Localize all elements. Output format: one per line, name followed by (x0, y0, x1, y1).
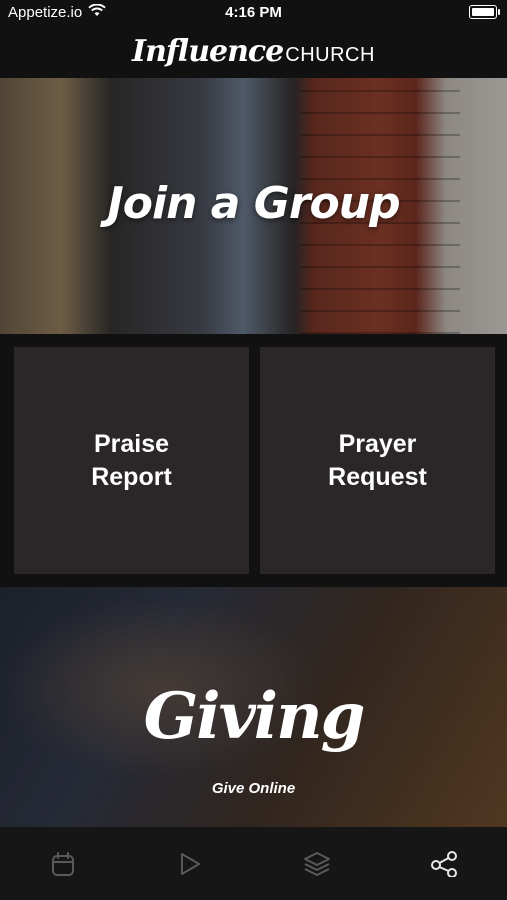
status-bar: Appetize.io 4:16 PM (0, 0, 507, 24)
praise-label-line1: Praise (93, 429, 170, 458)
battery-icon (469, 5, 500, 19)
praise-report-label: Praise Report (91, 428, 172, 494)
praise-label-line2: Report (91, 462, 172, 491)
prayer-request-label: Prayer Request (328, 428, 427, 494)
status-time: 4:16 PM (225, 4, 282, 21)
giving-tile[interactable]: Giving Give Online (0, 587, 507, 827)
tab-media[interactable] (160, 847, 220, 881)
tab-layers[interactable] (287, 847, 347, 881)
giving-title: Giving (143, 679, 366, 754)
prayer-request-tile[interactable]: Prayer Request (260, 347, 495, 574)
tab-bar (0, 827, 507, 900)
join-group-title: Join a Group (107, 178, 400, 229)
praise-report-tile[interactable]: Praise Report (14, 347, 249, 574)
tab-share[interactable] (414, 847, 474, 881)
share-icon (430, 851, 457, 877)
logo-church: CHURCH (285, 43, 375, 66)
layers-icon (303, 852, 330, 876)
prayer-label-line1: Prayer (338, 429, 417, 458)
giving-subtitle: Give Online (211, 780, 296, 797)
logo-script: Influence (132, 33, 284, 69)
play-icon (181, 853, 201, 875)
prayer-label-line2: Request (328, 462, 427, 491)
tab-calendar[interactable] (33, 847, 93, 881)
join-group-tile[interactable]: Join a Group (0, 78, 507, 334)
app-header: Influence CHURCH (0, 24, 507, 78)
calendar-icon (52, 852, 75, 876)
